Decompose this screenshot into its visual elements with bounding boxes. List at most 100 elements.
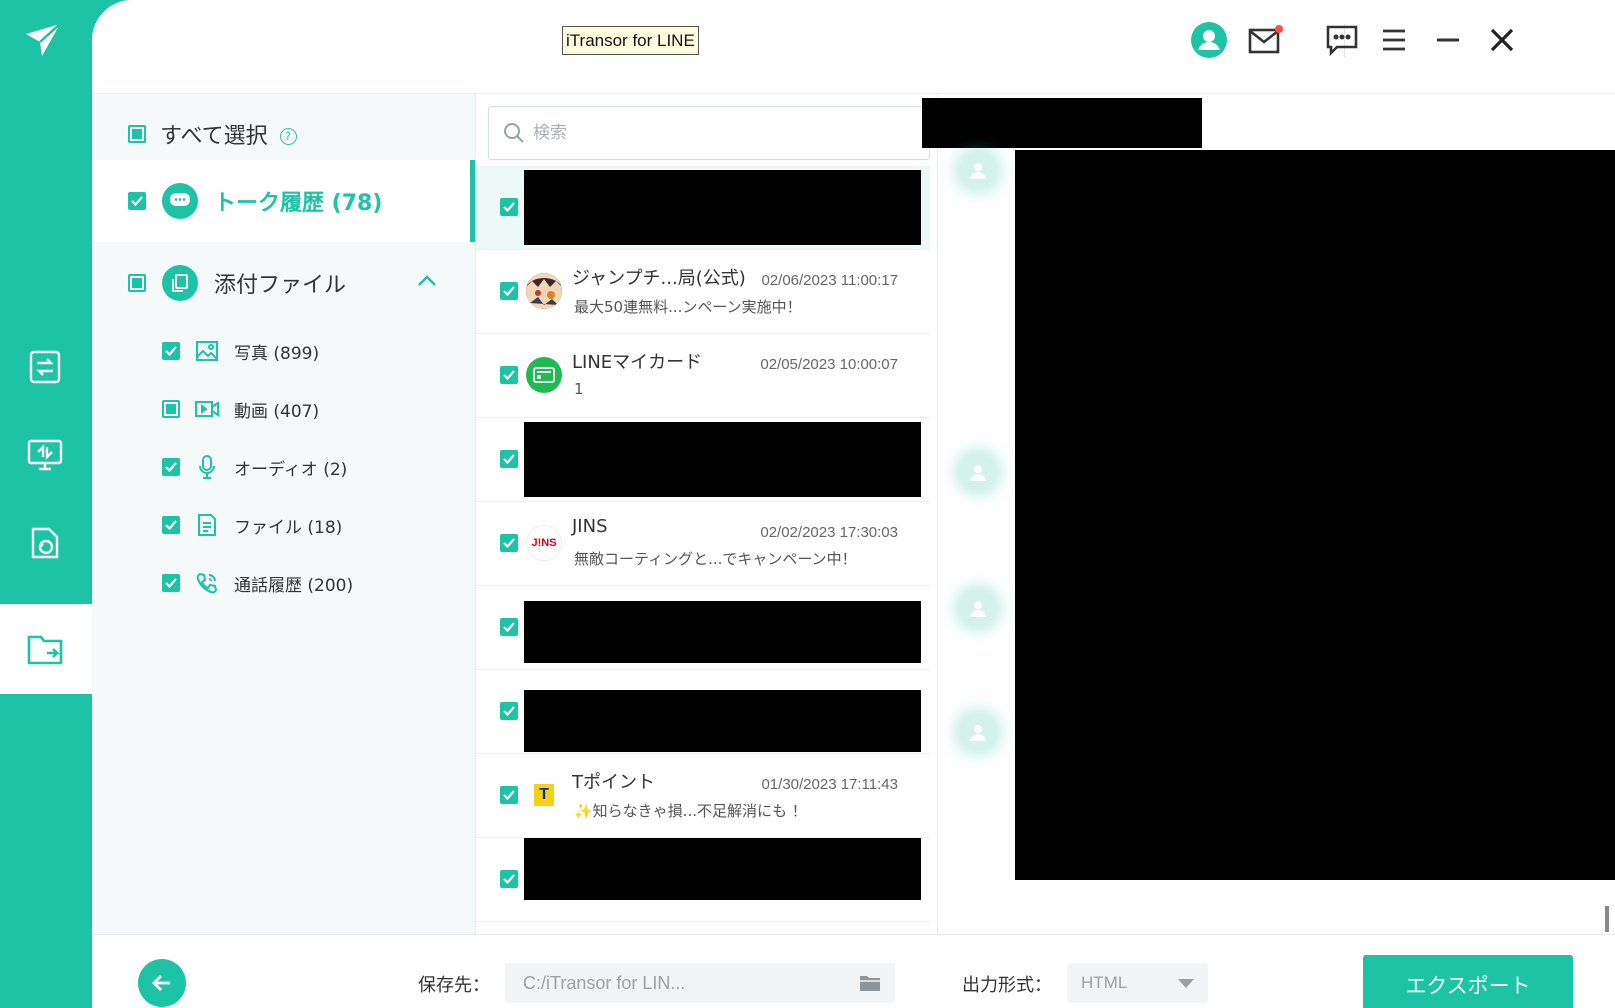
contact-avatar-icon xyxy=(960,590,996,626)
chevron-up-icon[interactable] xyxy=(417,272,437,291)
select-all-row[interactable]: すべて選択 ? xyxy=(128,114,297,154)
account-icon xyxy=(1191,22,1227,58)
attachments-label: 添付ファイル xyxy=(214,273,347,298)
redacted-content xyxy=(524,690,921,752)
output-format-value: HTML xyxy=(1081,973,1128,992)
account-button[interactable] xyxy=(1189,20,1229,60)
main-window: iTransor for LINE すべて選択 ? トーク履歴 (78) 添付フ… xyxy=(92,0,1615,1008)
chat-row[interactable]: LINEマイカード 02/05/2023 10:00:07 1 xyxy=(476,334,930,418)
save-location-label: 保存先： xyxy=(418,975,490,996)
chat-time: 02/05/2023 10:00:07 xyxy=(760,356,898,373)
video-icon xyxy=(194,396,220,422)
calls-label: 通話履歴 (200) xyxy=(234,575,354,596)
attachment-item-files[interactable]: ファイル (18) xyxy=(162,508,342,542)
search-input[interactable] xyxy=(533,123,913,143)
attachment-item-photos[interactable]: 写真 (899) xyxy=(162,334,319,368)
chat-row-checkbox[interactable] xyxy=(500,450,518,468)
contact-avatar-icon xyxy=(960,714,996,750)
category-attachments[interactable]: 添付ファイル xyxy=(92,242,475,324)
attachments-checkbox[interactable] xyxy=(128,274,146,292)
menu-icon xyxy=(1383,29,1405,51)
select-all-checkbox[interactable] xyxy=(128,125,146,143)
chats-checkbox[interactable] xyxy=(128,192,146,210)
chat-row-checkbox[interactable] xyxy=(500,618,518,636)
output-format-label: 出力形式： xyxy=(962,975,1052,996)
photos-checkbox[interactable] xyxy=(162,342,180,360)
chat-row-checkbox[interactable] xyxy=(500,534,518,552)
menu-button[interactable] xyxy=(1374,20,1414,60)
chat-preview-panel xyxy=(922,94,1615,934)
attachment-item-calls[interactable]: 通話履歴 (200) xyxy=(162,566,353,600)
jins-logo: J!NS xyxy=(526,525,562,561)
category-chats[interactable]: トーク履歴 (78) xyxy=(92,160,475,242)
chat-row-checkbox[interactable] xyxy=(500,282,518,300)
photo-icon xyxy=(194,338,220,364)
chat-row[interactable]: ジャンプチ...局(公式) 02/06/2023 11:00:17 最大50連無… xyxy=(476,250,930,334)
photos-label: 写真 (899) xyxy=(234,343,320,364)
backup-computer-icon xyxy=(27,439,63,471)
card-avatar xyxy=(526,357,562,393)
export-folder-icon xyxy=(27,635,63,665)
chat-row-checkbox[interactable] xyxy=(500,870,518,888)
rail-device-transfer[interactable] xyxy=(18,340,72,394)
chat-row-checkbox[interactable] xyxy=(500,786,518,804)
audio-label: オーディオ (2) xyxy=(234,459,348,480)
help-icon[interactable]: ? xyxy=(279,127,297,145)
files-checkbox[interactable] xyxy=(162,516,180,534)
redacted-content xyxy=(524,170,921,245)
chat-row-checkbox[interactable] xyxy=(500,366,518,384)
back-button[interactable] xyxy=(138,959,186,1007)
chat-row-checkbox[interactable] xyxy=(500,198,518,216)
contact-avatar-icon xyxy=(960,454,996,490)
calls-checkbox[interactable] xyxy=(162,574,180,592)
close-button[interactable] xyxy=(1482,20,1522,60)
save-path-field[interactable]: C:/iTransor for LIN... xyxy=(505,963,895,1003)
search-box[interactable] xyxy=(488,106,930,160)
contact-avatar-icon xyxy=(960,152,996,188)
chat-row-checkbox[interactable] xyxy=(500,702,518,720)
rail-export[interactable] xyxy=(0,604,100,694)
chat-row[interactable] xyxy=(476,838,930,922)
export-button[interactable]: エクスポート xyxy=(1363,955,1573,1008)
anime-avatar xyxy=(526,273,562,309)
chat-preview: ✨知らなきゃ損...不足解消にも ！ xyxy=(574,802,807,820)
feedback-icon xyxy=(1326,25,1358,56)
attachment-item-audio[interactable]: オーディオ (2) xyxy=(162,450,347,484)
save-path-value: C:/iTransor for LIN... xyxy=(523,972,686,993)
minimize-button[interactable] xyxy=(1428,20,1468,60)
arrow-left-icon xyxy=(152,975,170,991)
videos-label: 動画 (407) xyxy=(234,401,320,422)
redacted-conversation xyxy=(1015,150,1615,880)
chat-name: ジャンプチ...局(公式) xyxy=(572,268,746,289)
folder-icon[interactable] xyxy=(859,973,881,998)
chat-time: 02/06/2023 11:00:17 xyxy=(761,272,898,289)
audio-checkbox[interactable] xyxy=(162,458,180,476)
redacted-content xyxy=(524,838,921,900)
chat-time: 02/02/2023 17:30:03 xyxy=(760,524,898,541)
rail-backup[interactable] xyxy=(18,428,72,482)
chat-row[interactable] xyxy=(476,670,930,754)
feedback-button[interactable] xyxy=(1322,20,1362,60)
device-transfer-icon xyxy=(29,350,61,384)
minimize-icon xyxy=(1437,38,1459,42)
chat-row[interactable] xyxy=(476,418,930,502)
chat-name: Tポイント xyxy=(572,772,655,793)
chat-row[interactable] xyxy=(476,586,930,670)
preview-scrollbar[interactable] xyxy=(1605,906,1609,932)
rail-restore[interactable] xyxy=(18,516,72,570)
chat-list-panel: ジャンプチ...局(公式) 02/06/2023 11:00:17 最大50連無… xyxy=(475,94,945,934)
left-rail xyxy=(0,0,100,1008)
chat-row[interactable]: J!NS JINS 02/02/2023 17:30:03 無敵コーティングと.… xyxy=(476,502,930,586)
output-format-select[interactable]: HTML xyxy=(1067,963,1208,1003)
chat-preview: 無敵コーティングと...でキャンペーン中！ xyxy=(574,550,857,568)
tpoint-logo: T xyxy=(526,777,562,813)
bottom-bar: 保存先： C:/iTransor for LIN... 出力形式： HTML エ… xyxy=(92,934,1615,1008)
chat-row[interactable]: T Tポイント 01/30/2023 17:11:43 ✨知らなきゃ損...不足… xyxy=(476,754,930,838)
chat-preview: 1 xyxy=(574,380,584,398)
videos-checkbox[interactable] xyxy=(162,400,180,418)
select-all-label: すべて選択 xyxy=(160,124,268,149)
mail-button[interactable] xyxy=(1245,20,1285,60)
chat-row[interactable] xyxy=(476,166,930,250)
file-icon xyxy=(194,512,220,538)
attachment-item-videos[interactable]: 動画 (407) xyxy=(162,392,319,426)
